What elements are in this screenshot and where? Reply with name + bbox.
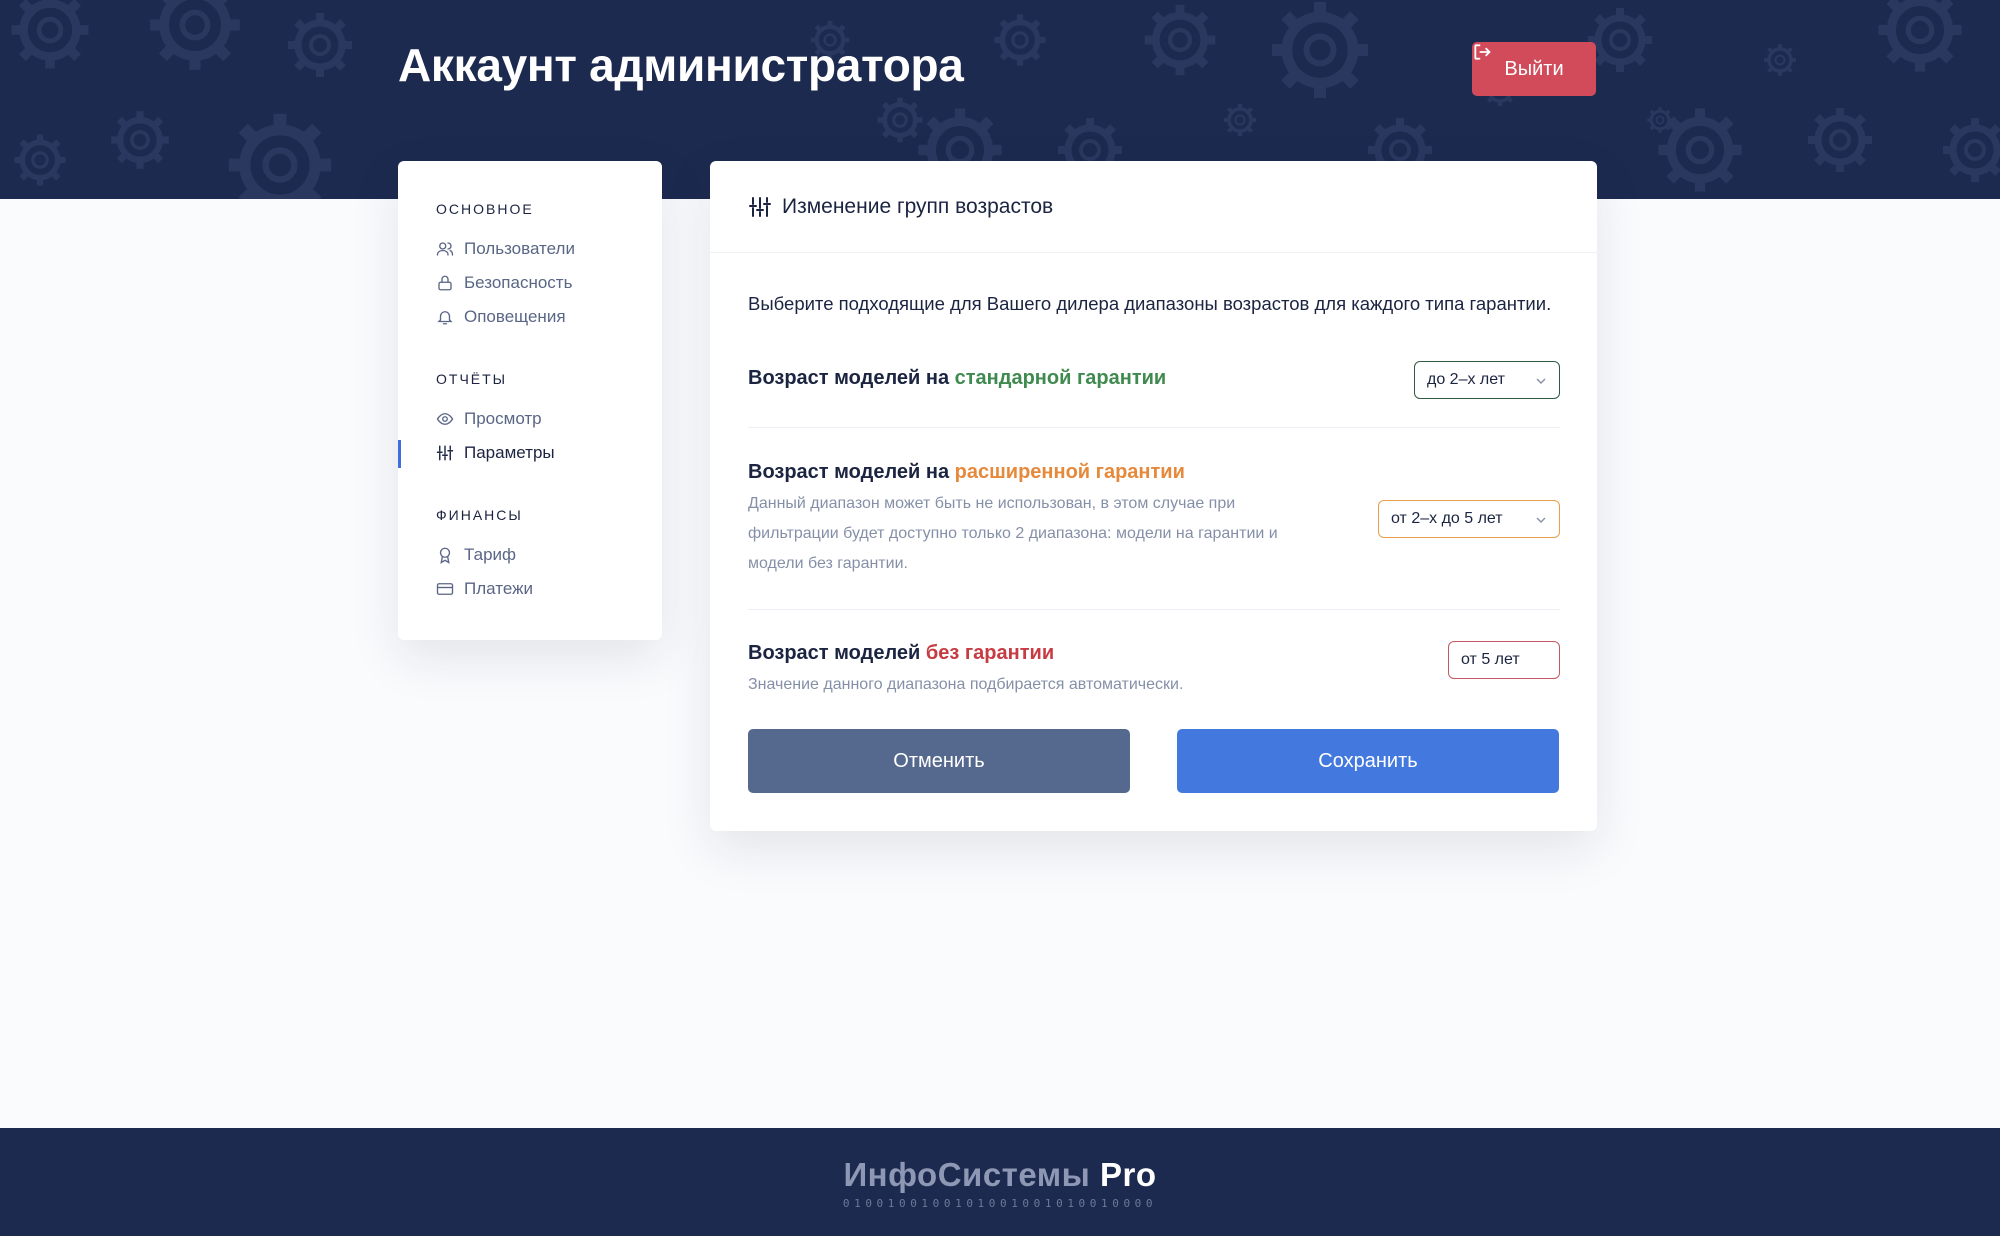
sidebar-item-label: Платежи xyxy=(464,579,533,598)
eye-icon xyxy=(436,413,454,425)
divider xyxy=(748,427,1560,428)
sidebar-item-tariff[interactable]: Тариф xyxy=(436,543,516,567)
extended-warranty-description: Данный диапазон может быть не использова… xyxy=(748,495,1278,572)
extended-warranty-title: Возраст моделей на расширенной гарантии xyxy=(748,461,1185,484)
no-warranty-description: Значение данного диапазона подбирается а… xyxy=(748,676,1184,693)
row-title-prefix: Возраст моделей xyxy=(748,642,926,664)
sidebar-item-label: Оповещения xyxy=(464,307,566,326)
row-title-accent: расширенной гарантии xyxy=(954,461,1185,483)
sliders-icon xyxy=(436,445,454,461)
row-title-prefix: Возраст моделей на xyxy=(748,461,955,483)
select-value: до 2–х лет xyxy=(1427,371,1505,388)
users-icon xyxy=(436,242,454,256)
no-warranty-title: Возраст моделей без гарантии xyxy=(748,642,1054,665)
logout-button[interactable]: Выйти xyxy=(1472,42,1596,96)
footer: ИнфоСистемы Pro 010010010010100100101001… xyxy=(0,1128,2000,1236)
row-title-accent: стандарной гарантии xyxy=(954,367,1167,389)
logout-icon xyxy=(1474,44,1491,60)
sidebar-item-users[interactable]: Пользователи xyxy=(436,237,575,261)
sidebar-item-label: Пользователи xyxy=(464,239,575,258)
card-title: Изменение групп возрастов xyxy=(782,194,1054,218)
lock-icon xyxy=(438,275,452,291)
age-groups-card: Изменение групп возрастов Выберите подхо… xyxy=(710,161,1597,831)
sidebar-item-label: Просмотр xyxy=(464,409,542,428)
sidebar-item-notifications[interactable]: Оповещения xyxy=(436,305,566,329)
select-value: от 2–х до 5 лет xyxy=(1391,510,1503,527)
sidebar-item-view[interactable]: Просмотр xyxy=(436,407,542,431)
row-title-accent: без гарантии xyxy=(925,642,1055,664)
intro-text: Выберите подходящие для Вашего дилера ди… xyxy=(748,293,1552,314)
divider xyxy=(748,609,1560,610)
section-title-main: ОСНОВНОЕ xyxy=(436,201,534,217)
sidebar-item-parameters[interactable]: Параметры xyxy=(436,441,555,465)
sliders-icon xyxy=(749,196,771,217)
sidebar-item-security[interactable]: Безопасность xyxy=(436,271,572,295)
section-title-reports: ОТЧЁТЫ xyxy=(436,371,508,387)
brand-logo: ИнфоСистемы Pro xyxy=(0,1156,2000,1194)
section-title-finance: ФИНАНСЫ xyxy=(436,507,523,523)
cancel-button[interactable]: Отменить xyxy=(748,729,1130,793)
credit-card-icon xyxy=(436,583,454,595)
brand-binary-line: 0100100100101001001010010000 xyxy=(842,1197,1158,1210)
chevron-down-icon xyxy=(1536,378,1546,384)
sidebar-nav: ОСНОВНОЕ Пользователи Безопасность Опове… xyxy=(398,161,662,640)
no-warranty-select: от 5 лет xyxy=(1448,641,1560,679)
chevron-down-icon xyxy=(1536,517,1546,523)
sidebar-item-label: Параметры xyxy=(464,443,555,462)
sidebar-item-payments[interactable]: Платежи xyxy=(436,577,533,601)
sidebar-item-label: Безопасность xyxy=(464,273,573,292)
row-title-prefix: Возраст моделей на xyxy=(748,367,955,389)
logout-label: Выйти xyxy=(1504,57,1564,80)
brand-suffix: Pro xyxy=(1090,1156,1157,1193)
standard-warranty-select[interactable]: до 2–х лет xyxy=(1414,361,1560,399)
active-indicator xyxy=(398,440,401,468)
extended-warranty-select[interactable]: от 2–х до 5 лет xyxy=(1378,500,1560,538)
select-value: от 5 лет xyxy=(1461,651,1520,668)
award-icon xyxy=(439,547,451,564)
card-header: Изменение групп возрастов xyxy=(710,161,1597,253)
standard-warranty-title: Возраст моделей на стандарной гарантии xyxy=(748,367,1166,390)
bell-icon xyxy=(437,311,453,325)
save-button[interactable]: Сохранить xyxy=(1177,729,1559,793)
brand-main: ИнфоСистемы xyxy=(843,1156,1091,1193)
sidebar-item-label: Тариф xyxy=(464,545,517,564)
page-title: Аккаунт администратора xyxy=(398,39,964,91)
